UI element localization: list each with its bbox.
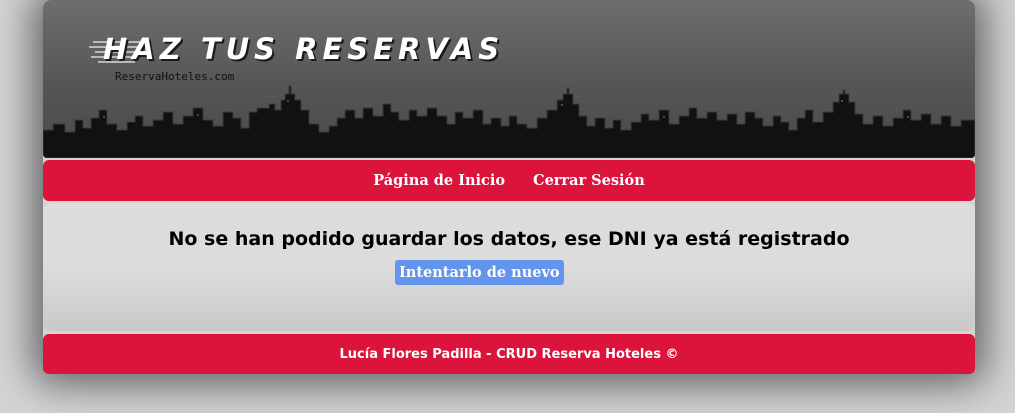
header-banner: HAZ TUS RESERVAS ReservaHoteles.com [43,0,975,158]
footer-text: Lucía Flores Padilla - CRUD Reserva Hote… [339,346,679,362]
footer: Lucía Flores Padilla - CRUD Reserva Hote… [43,334,975,374]
main-nav: Página de Inicio Cerrar Sesión [43,160,975,201]
retry-button[interactable]: Intentarlo de nuevo [395,260,564,285]
site-logo-title: HAZ TUS RESERVAS [103,32,505,66]
error-message: No se han podido guardar los datos, ese … [168,228,850,250]
nav-link-logout[interactable]: Cerrar Sesión [533,172,645,189]
page: HAZ TUS RESERVAS ReservaHoteles.com Pági… [0,0,1015,413]
site-logo-subtitle: ReservaHoteles.com [115,70,235,83]
nav-link-home[interactable]: Página de Inicio [373,172,505,189]
main-content: No se han podido guardar los datos, ese … [43,203,975,331]
